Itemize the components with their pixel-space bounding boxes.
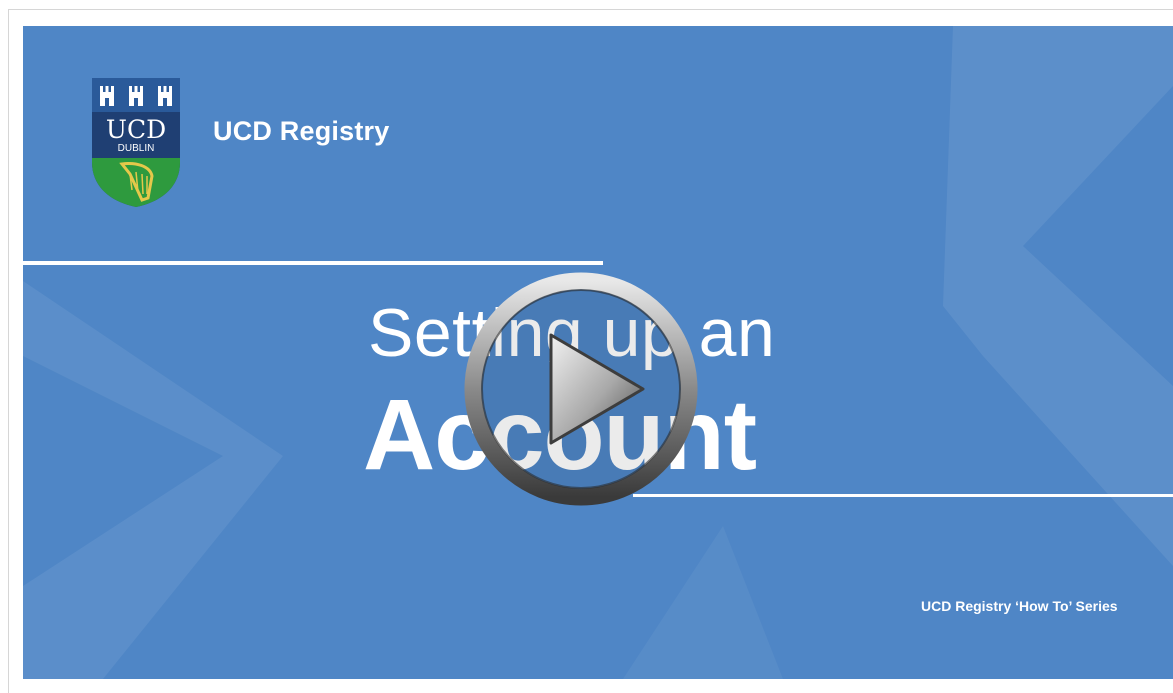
series-label: UCD Registry ‘How To’ Series xyxy=(921,598,1118,614)
video-player[interactable]: UCD DUBLIN UCD Registry Setting up an Ac… xyxy=(23,26,1173,679)
svg-text:DUBLIN: DUBLIN xyxy=(118,143,155,154)
divider-bottom xyxy=(633,494,1173,497)
svg-text:UCD: UCD xyxy=(106,115,166,144)
play-icon[interactable] xyxy=(455,263,707,515)
brand-name: UCD Registry xyxy=(213,116,390,146)
ucd-crest-icon: UCD DUBLIN xyxy=(92,78,180,207)
